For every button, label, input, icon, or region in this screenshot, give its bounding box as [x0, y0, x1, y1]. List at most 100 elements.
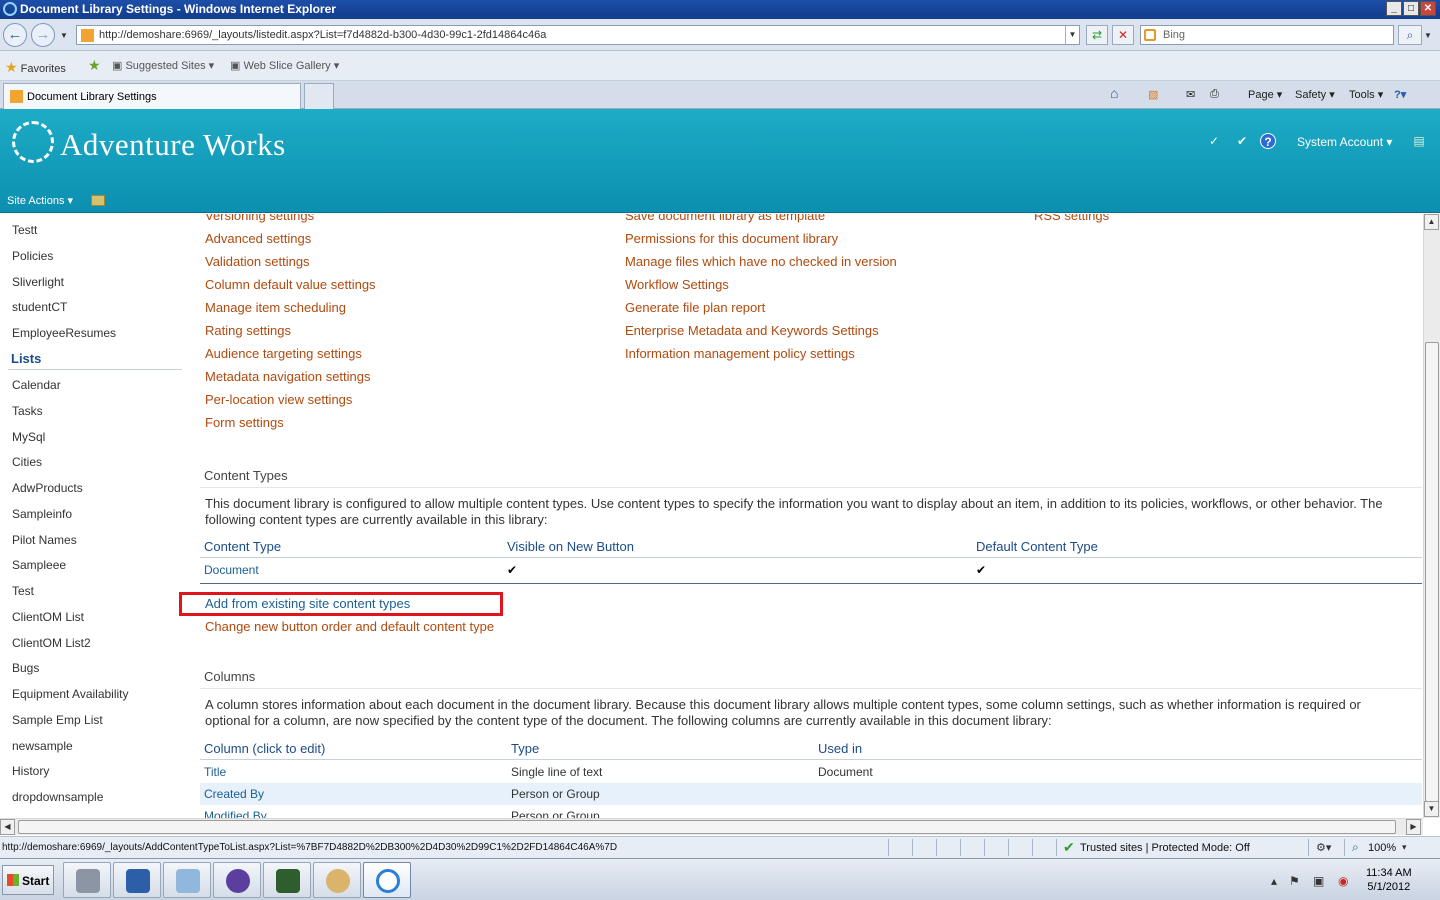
sidebar-item-bugs[interactable]: Bugs — [12, 661, 39, 675]
back-button[interactable]: ← — [3, 23, 27, 47]
information-management-policy-settings-link[interactable]: Information management policy settings — [625, 346, 855, 361]
taskbar-visual-studio[interactable] — [213, 862, 261, 898]
versioning-settings-link[interactable]: Versioning settings — [205, 214, 314, 223]
sidebar-item-history[interactable]: History — [12, 764, 49, 778]
vertical-scroll-thumb[interactable] — [1425, 342, 1439, 802]
sidebar-item-clientom-list[interactable]: ClientOM List — [12, 610, 84, 624]
add-to-favorites-icon[interactable]: ★ — [88, 57, 101, 74]
page-menu[interactable]: Page ▾ — [1248, 88, 1282, 101]
site-title[interactable]: Adventure Works — [60, 127, 286, 163]
sidebar-item-pilot-names[interactable]: Pilot Names — [12, 533, 77, 547]
address-dropdown[interactable]: ▼ — [1065, 26, 1079, 44]
web-slice-gallery-button[interactable]: ▣ Web Slice Gallery ▾ — [230, 59, 339, 72]
manage-item-scheduling-link[interactable]: Manage item scheduling — [205, 300, 346, 315]
sidebar-item-adwproducts[interactable]: AdwProducts — [12, 481, 83, 495]
safety-menu[interactable]: Safety ▾ — [1295, 88, 1335, 101]
content-type-link[interactable]: Document — [204, 563, 259, 577]
sidebar-item-sampleee[interactable]: Sampleee — [12, 558, 66, 572]
manage-files-which-have-no-checked-in-version-link[interactable]: Manage files which have no checked in ve… — [625, 254, 897, 269]
enterprise-metadata-and-keywords-settings-link[interactable]: Enterprise Metadata and Keywords Setting… — [625, 323, 879, 338]
taskbar-powershell[interactable] — [113, 862, 161, 898]
feeds-icon[interactable]: ▧ — [1148, 88, 1158, 101]
search-options-dropdown[interactable]: ▼ — [1424, 31, 1432, 40]
suggested-sites-button[interactable]: ▣ Suggested Sites ▾ — [112, 59, 214, 72]
tags-notes-icon[interactable]: ✓ — [1206, 133, 1222, 149]
sidebar-item-studentct[interactable]: studentCT — [12, 300, 67, 314]
sidebar-item-test[interactable]: Test — [12, 584, 34, 598]
tab-document-library-settings[interactable]: Document Library Settings — [3, 83, 301, 109]
help-icon[interactable]: ? — [1260, 133, 1276, 149]
social-icon[interactable]: ✔ — [1232, 133, 1252, 149]
validation-settings-link[interactable]: Validation settings — [205, 254, 310, 269]
action-center-flag-icon[interactable]: ⚑ — [1289, 874, 1300, 888]
workflow-settings-link[interactable]: Workflow Settings — [625, 277, 729, 292]
sidebar-item-sliverlight[interactable]: Sliverlight — [12, 275, 64, 289]
scroll-up-arrow[interactable]: ▲ — [1424, 214, 1439, 230]
new-tab-button[interactable] — [304, 83, 334, 109]
recent-pages-dropdown[interactable]: ▼ — [60, 31, 68, 40]
horizontal-scroll-thumb[interactable] — [18, 820, 1396, 834]
tools-menu[interactable]: Tools ▾ — [1349, 88, 1383, 101]
search-button[interactable]: ⌕ — [1398, 25, 1422, 45]
save-document-library-as-template-link[interactable]: Save document library as template — [625, 214, 825, 223]
close-window-button[interactable]: ✕ — [1420, 1, 1436, 16]
rss-settings-link[interactable]: RSS settings — [1034, 214, 1109, 223]
show-hidden-icons[interactable]: ▴ — [1271, 874, 1277, 888]
column-default-value-settings-link[interactable]: Column default value settings — [205, 277, 376, 292]
zoom-dropdown[interactable]: ▾ — [1402, 842, 1407, 853]
zoom-level[interactable]: 100% — [1368, 842, 1396, 854]
quick-launch-lists-heading[interactable]: Lists — [11, 351, 41, 366]
column-name-link[interactable]: Created By — [204, 787, 264, 801]
sidebar-item-employeeresumes[interactable]: EmployeeResumes — [12, 326, 116, 340]
search-input[interactable]: Bing — [1140, 25, 1394, 45]
permissions-for-this-document-library-link[interactable]: Permissions for this document library — [625, 231, 838, 246]
metadata-navigation-settings-link[interactable]: Metadata navigation settings — [205, 369, 371, 384]
advanced-settings-link[interactable]: Advanced settings — [205, 231, 311, 246]
popup-blocker-icon[interactable]: ⚙▾ — [1316, 841, 1331, 854]
horizontal-scrollbar[interactable]: ◀ ▶ — [0, 818, 1423, 835]
taskbar-command-prompt[interactable] — [263, 862, 311, 898]
stop-button[interactable]: ✕ — [1112, 25, 1134, 45]
site-logo-icon[interactable] — [12, 121, 54, 163]
print-icon[interactable]: ⎙ — [1210, 88, 1219, 101]
scroll-left-arrow[interactable]: ◀ — [0, 819, 15, 835]
forward-button[interactable]: → — [31, 23, 55, 47]
sidebar-item-tasks[interactable]: Tasks — [12, 404, 43, 418]
scroll-down-arrow[interactable]: ▼ — [1424, 801, 1439, 817]
column-name-link[interactable]: Title — [204, 765, 226, 779]
form-settings-link[interactable]: Form settings — [205, 415, 284, 430]
sidebar-item-mysql[interactable]: MySql — [12, 430, 45, 444]
taskbar-paint[interactable] — [313, 862, 361, 898]
sidebar-item-sample-emp-list[interactable]: Sample Emp List — [12, 713, 103, 727]
sidebar-item-clientom-list2[interactable]: ClientOM List2 — [12, 636, 91, 650]
sidebar-item-testt[interactable]: Testt — [12, 223, 37, 237]
user-menu[interactable]: System Account ▾ — [1297, 135, 1392, 149]
navigate-up-folder-icon[interactable] — [91, 195, 105, 206]
sidebar-item-sampleinfo[interactable]: Sampleinfo — [12, 507, 72, 521]
sidebar-item-policies[interactable]: Policies — [12, 249, 53, 263]
home-icon[interactable]: ⌂ — [1110, 85, 1118, 101]
security-zone-label[interactable]: Trusted sites | Protected Mode: Off — [1080, 842, 1250, 854]
start-button[interactable]: Start — [2, 865, 54, 895]
compatibility-view-button[interactable]: ⇄ — [1086, 25, 1108, 45]
minimize-button[interactable]: _ — [1386, 1, 1402, 16]
scroll-right-arrow[interactable]: ▶ — [1406, 819, 1421, 835]
taskbar-internet-explorer[interactable] — [363, 862, 411, 898]
rating-settings-link[interactable]: Rating settings — [205, 323, 291, 338]
volume-muted-icon[interactable]: ◉ — [1338, 874, 1348, 888]
site-actions-menu[interactable]: Site Actions ▾ — [7, 194, 73, 207]
column-name-link[interactable]: Modified By — [204, 809, 267, 818]
sidebar-item-cities[interactable]: Cities — [12, 455, 42, 469]
address-input[interactable]: http://demoshare:6969/_layouts/listedit.… — [76, 25, 1080, 45]
sidebar-item-calendar[interactable]: Calendar — [12, 378, 61, 392]
sidebar-item-equipment-availability[interactable]: Equipment Availability — [12, 687, 129, 701]
help-menu-icon[interactable]: ?▾ — [1394, 88, 1406, 101]
open-menu-icon[interactable]: ▤ — [1411, 133, 1427, 149]
restore-button[interactable]: □ — [1403, 1, 1419, 16]
system-clock[interactable]: 11:34 AM 5/1/2012 — [1366, 866, 1412, 894]
taskbar-server-manager[interactable] — [63, 862, 111, 898]
sidebar-item-dropdownsample[interactable]: dropdownsample — [12, 790, 103, 804]
per-location-view-settings-link[interactable]: Per-location view settings — [205, 392, 352, 407]
read-mail-icon[interactable]: ✉ — [1186, 88, 1195, 101]
change-button-order-link[interactable]: Change new button order and default cont… — [205, 619, 494, 634]
